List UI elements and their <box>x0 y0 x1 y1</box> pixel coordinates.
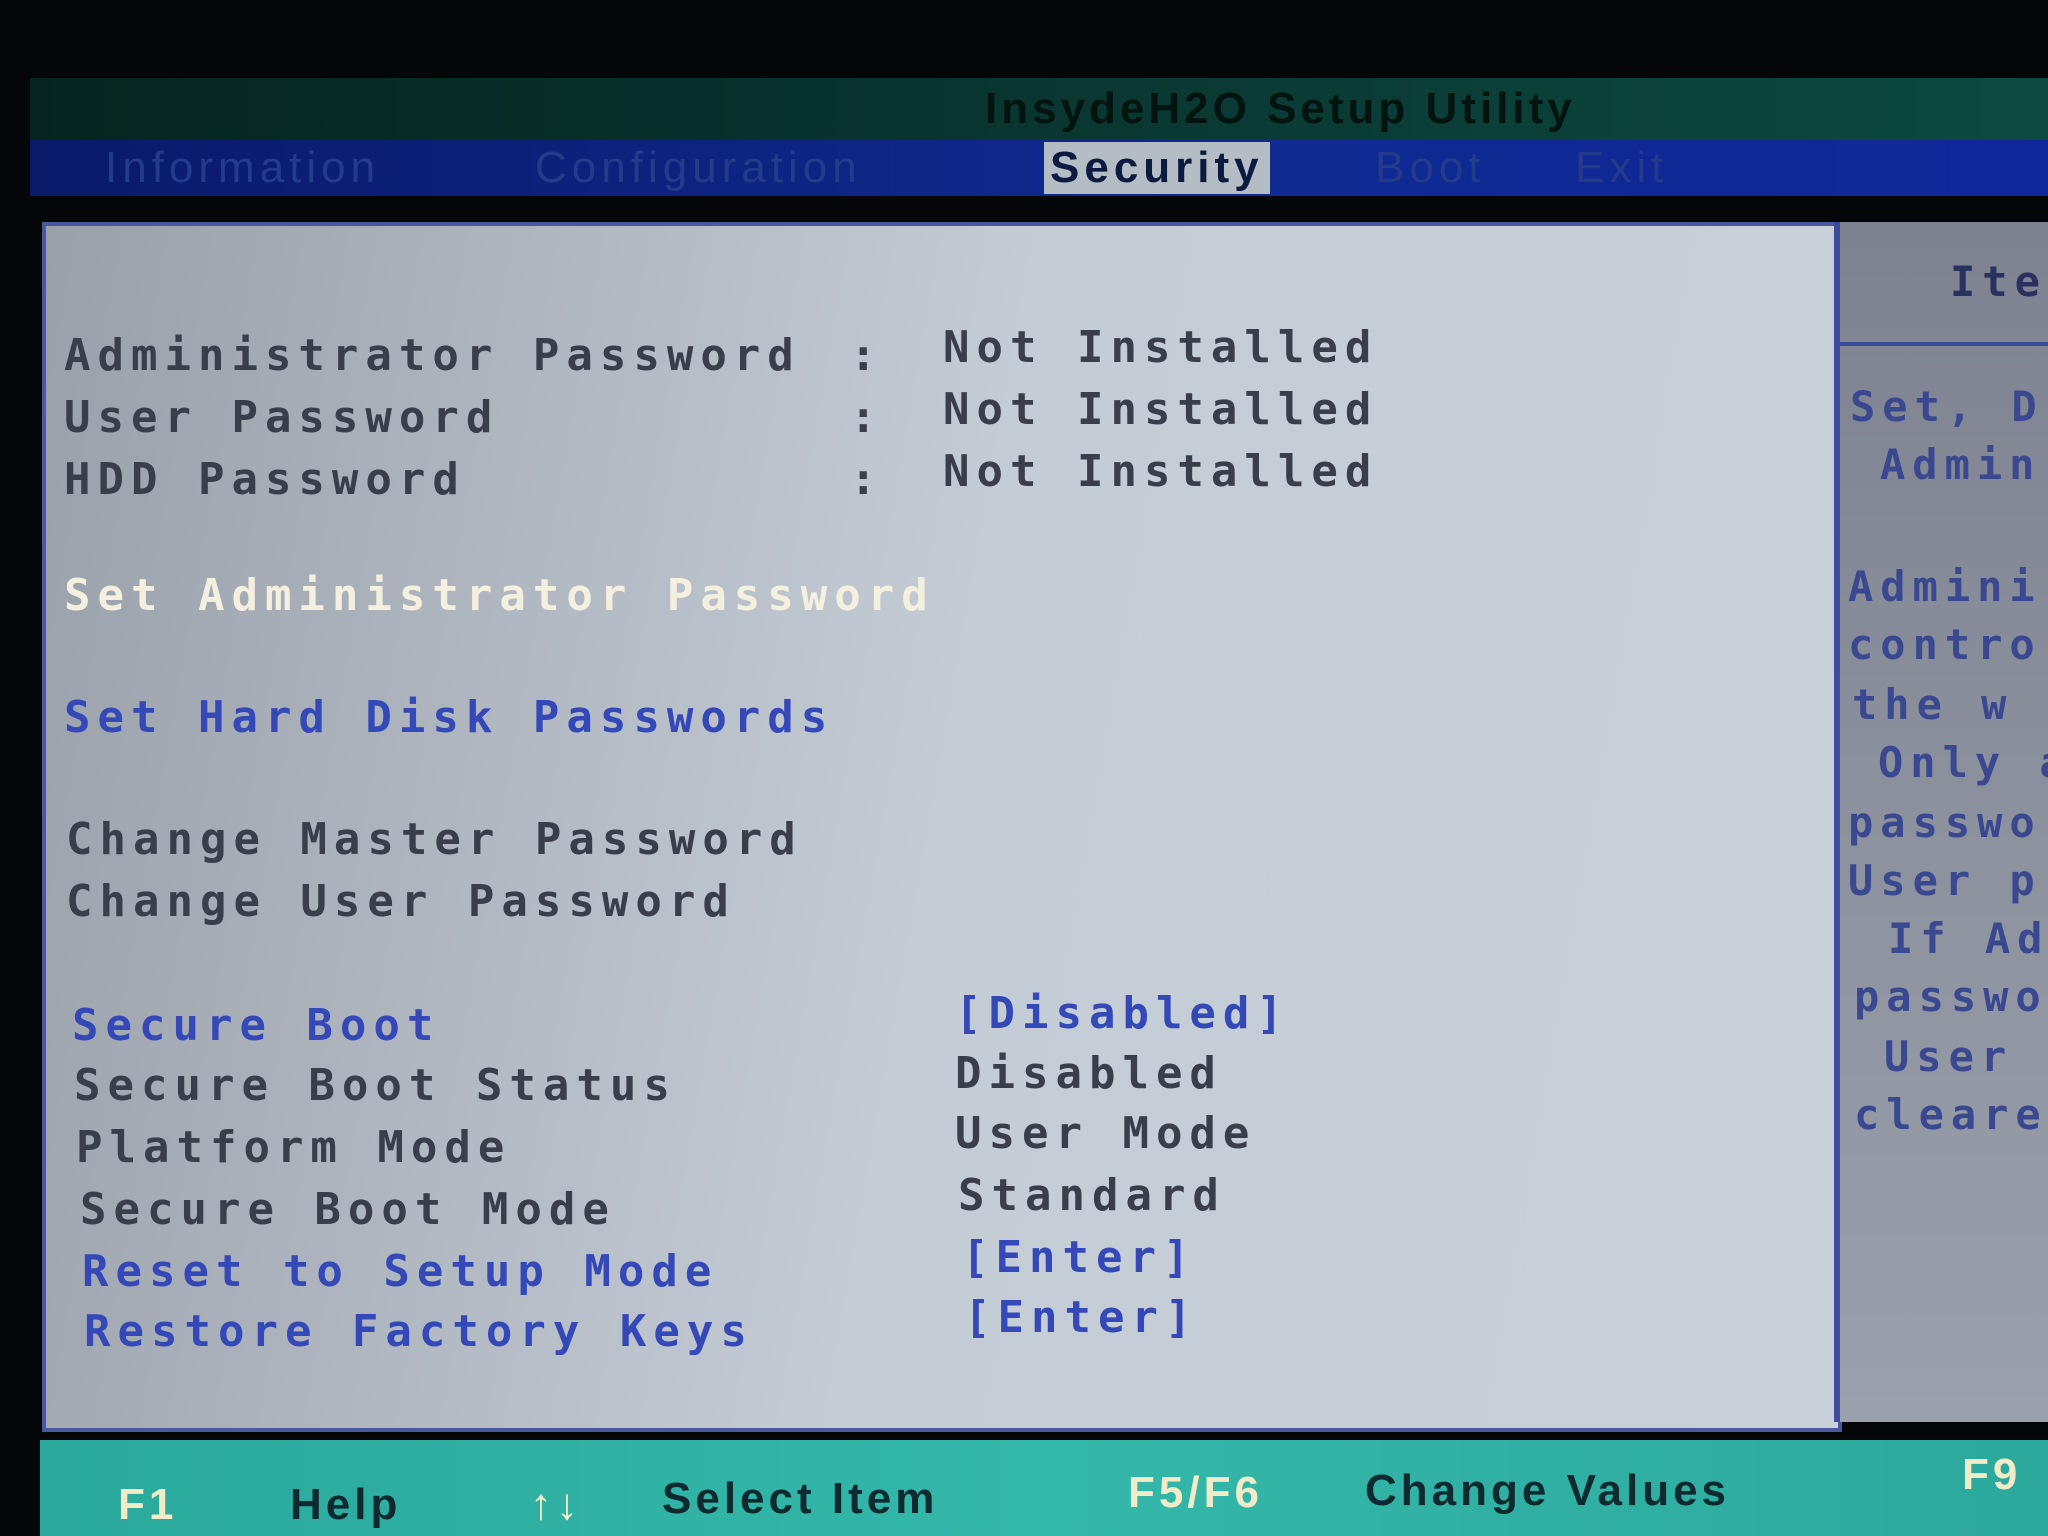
separator: : <box>850 330 884 381</box>
secure-boot-item[interactable]: Secure Boot <box>72 1000 440 1051</box>
help-title: Ite <box>1950 257 2047 306</box>
platform-mode-value: User Mode <box>955 1108 1257 1159</box>
help-hint: Help <box>290 1480 402 1529</box>
help-line: If Ad <box>1888 914 2048 963</box>
change-values-hint: Change Values <box>1365 1466 1731 1515</box>
tab-boot[interactable]: Boot <box>1375 142 1486 194</box>
help-line: passwo <box>1848 798 2042 847</box>
help-line: Set, D <box>1850 382 2044 431</box>
help-line: contro <box>1848 620 2042 669</box>
help-panel: Ite Set, D Admin Admini contro the w Onl… <box>1834 222 2048 1422</box>
tab-information[interactable]: Information <box>105 142 380 194</box>
reset-to-setup-mode-value[interactable]: [Enter] <box>962 1232 1196 1283</box>
help-line: Admin <box>1880 440 2042 489</box>
user-password-value: Not Installed <box>943 384 1379 435</box>
secure-boot-mode-value: Standard <box>958 1170 1226 1221</box>
f5-f6-key: F5/F6 <box>1128 1468 1263 1517</box>
arrow-keys-icon: ↑↓ <box>530 1480 582 1529</box>
select-item-hint: Select Item <box>662 1474 939 1523</box>
hdd-password-label: HDD Password <box>64 454 466 505</box>
secure-boot-value[interactable]: [Disabled] <box>955 988 1290 1039</box>
admin-password-label: Administrator Password <box>64 330 801 381</box>
reset-to-setup-mode-item[interactable]: Reset to Setup Mode <box>82 1246 718 1297</box>
platform-mode-label: Platform Mode <box>76 1122 512 1173</box>
admin-password-value: Not Installed <box>943 322 1379 373</box>
help-line: cleare <box>1854 1090 2048 1139</box>
help-line: User <box>1884 1032 2014 1081</box>
separator: : <box>850 454 884 505</box>
user-password-label: User Password <box>64 392 500 443</box>
app-title: InsydeH2O Setup Utility <box>985 84 1576 133</box>
help-line: Only a <box>1878 738 2048 787</box>
set-hard-disk-passwords-item[interactable]: Set Hard Disk Passwords <box>64 692 834 743</box>
restore-factory-keys-value[interactable]: [Enter] <box>964 1292 1198 1343</box>
help-line: Admini <box>1848 562 2042 611</box>
help-line: User p <box>1848 856 2042 905</box>
help-line: the w <box>1852 680 2014 729</box>
separator: : <box>850 392 884 443</box>
restore-factory-keys-item[interactable]: Restore Factory Keys <box>84 1306 754 1357</box>
change-user-password-item: Change User Password <box>66 876 736 927</box>
tab-security[interactable]: Security <box>1044 142 1270 194</box>
hdd-password-value: Not Installed <box>943 446 1379 497</box>
help-line: passwo <box>1854 972 2048 1021</box>
tab-configuration[interactable]: Configuration <box>535 142 862 194</box>
set-admin-password-item[interactable]: Set Administrator Password <box>64 570 935 621</box>
change-master-password-item: Change Master Password <box>66 814 803 865</box>
f1-key: F1 <box>118 1480 178 1529</box>
secure-boot-status-value: Disabled <box>955 1048 1223 1099</box>
secure-boot-mode-label: Secure Boot Mode <box>80 1184 616 1235</box>
secure-boot-status-label: Secure Boot Status <box>74 1060 677 1111</box>
f9-key: F9 <box>1962 1450 2022 1499</box>
tab-exit[interactable]: Exit <box>1575 142 1668 194</box>
